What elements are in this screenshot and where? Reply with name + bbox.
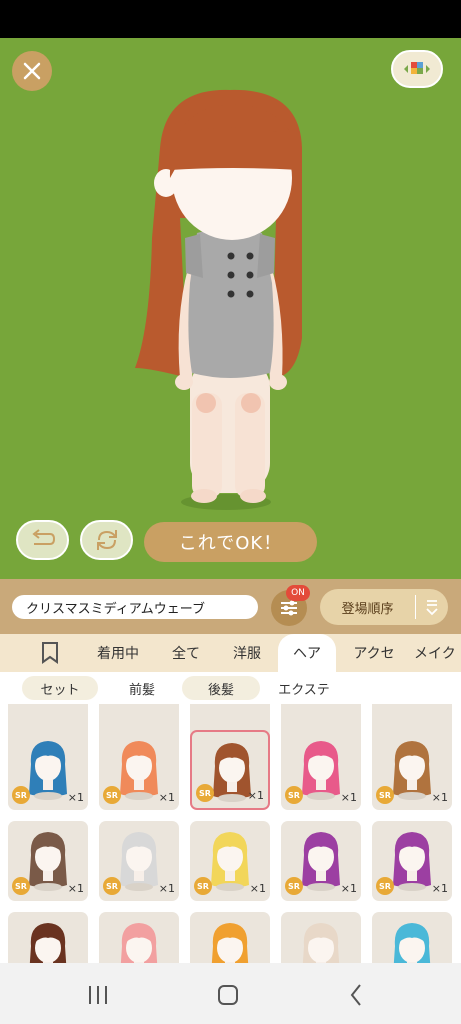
item-count: ×1 xyxy=(340,882,357,895)
item-count: ×1 xyxy=(249,882,266,895)
item-count: ×1 xyxy=(67,882,84,895)
tab-wearing[interactable]: 着用中 xyxy=(86,634,150,672)
filter-on-badge: ON xyxy=(286,585,310,601)
hair-item[interactable]: SR ×1 xyxy=(281,730,361,810)
reset-button[interactable] xyxy=(80,520,133,560)
rarity-badge: SR xyxy=(285,877,303,895)
home-button[interactable] xyxy=(208,981,248,1009)
hair-item[interactable]: SR×1 xyxy=(372,912,452,963)
layout-toggle-button[interactable] xyxy=(391,50,443,88)
subtab-front-hair[interactable]: 前髪 xyxy=(104,676,180,700)
hair-thumbnail xyxy=(29,741,67,800)
item-count: ×1 xyxy=(431,882,448,895)
sort-order-label: 登場順序 xyxy=(341,601,394,617)
rarity-badge: SR xyxy=(196,784,214,802)
item-count: ×1 xyxy=(158,882,175,895)
rarity-badge: SR xyxy=(12,877,30,895)
hair-thumbnail xyxy=(29,832,67,891)
hair-thumbnail xyxy=(302,923,340,963)
recent-apps-icon xyxy=(89,986,107,1004)
confirm-ok-button[interactable]: これでOK！ xyxy=(144,522,317,562)
hair-item[interactable]: SR ×1 xyxy=(281,821,361,901)
rarity-badge: SR xyxy=(376,877,394,895)
item-name-field[interactable]: クリスマスミディアムウェーブ xyxy=(12,595,258,619)
hair-thumbnail xyxy=(120,832,158,891)
avatar-stage: これでOK！ xyxy=(0,38,461,579)
hair-item[interactable]: SR ×1 xyxy=(190,821,270,901)
item-count: ×1 xyxy=(431,791,448,804)
system-nav-bar xyxy=(0,963,461,1024)
rarity-badge: SR xyxy=(285,786,303,804)
rarity-badge: SR xyxy=(103,877,121,895)
item-grid: SR ×1 SR ×1 SR ×1 SR ×1 SR ×1 SR ×1 SR ×1 SR ×1 SR ×1 SR ×1… xyxy=(0,704,461,963)
subtab-set[interactable]: セット xyxy=(22,676,98,700)
hair-thumbnail xyxy=(393,923,431,963)
rarity-badge: SR xyxy=(103,786,121,804)
tab-clothes[interactable]: 洋服 xyxy=(222,634,272,672)
item-count: ×1 xyxy=(67,791,84,804)
hair-item[interactable]: SR×1 xyxy=(99,912,179,963)
tab-all[interactable]: 全て xyxy=(160,634,212,672)
status-bar xyxy=(0,0,461,38)
item-toolbar: クリスマスミディアムウェーブ ON 登場順序 xyxy=(0,579,461,634)
hair-item[interactable]: SR×1 xyxy=(281,912,361,963)
hair-thumbnail xyxy=(120,741,158,800)
home-icon xyxy=(218,985,238,1005)
hair-item[interactable]: SR ×1 xyxy=(99,730,179,810)
item-count: ×1 xyxy=(247,789,264,802)
hair-thumbnail xyxy=(302,741,340,800)
tab-bookmark[interactable] xyxy=(30,634,70,672)
hair-thumbnail xyxy=(29,923,67,963)
sliders-icon xyxy=(281,600,297,616)
hair-item[interactable]: SR ×1 xyxy=(190,730,270,810)
hair-thumbnail xyxy=(211,832,249,891)
category-tabs: 着用中 全て 洋服 ヘア アクセ メイク xyxy=(0,634,461,672)
subtab-extension[interactable]: エクステ xyxy=(266,676,342,700)
hair-thumbnail xyxy=(393,741,431,800)
hair-item[interactable]: SR ×1 xyxy=(372,730,452,810)
close-button[interactable] xyxy=(12,51,52,91)
hair-item[interactable]: SR×1 xyxy=(8,912,88,963)
hair-item[interactable]: SR×1 xyxy=(190,912,270,963)
undo-icon xyxy=(31,529,55,545)
tab-makeup[interactable]: メイク xyxy=(414,634,461,672)
avatar-figure xyxy=(135,89,302,510)
item-count: ×1 xyxy=(158,791,175,804)
back-button[interactable] xyxy=(336,981,376,1009)
sort-order-button[interactable]: 登場順序 xyxy=(320,589,448,625)
rarity-badge: SR xyxy=(194,877,212,895)
subtab-back-hair[interactable]: 後髪 xyxy=(182,676,260,700)
rarity-badge: SR xyxy=(12,786,30,804)
hair-thumbnail xyxy=(120,923,158,963)
close-icon xyxy=(23,62,41,80)
undo-button[interactable] xyxy=(16,520,69,560)
hair-thumbnail xyxy=(393,832,431,891)
hair-item[interactable]: SR ×1 xyxy=(8,730,88,810)
hair-item[interactable]: SR ×1 xyxy=(372,821,452,901)
sort-direction-icon[interactable] xyxy=(416,598,448,616)
refresh-icon xyxy=(96,530,117,550)
tab-accessory[interactable]: アクセ xyxy=(344,634,404,672)
tab-hair[interactable]: ヘア xyxy=(278,634,336,672)
item-count: ×1 xyxy=(340,791,357,804)
grid-arrows-icon xyxy=(404,62,430,74)
hair-subtabs: セット 前髪 後髪 エクステ xyxy=(0,672,461,704)
back-icon xyxy=(350,984,361,1006)
bookmark-icon xyxy=(42,642,58,664)
hair-item[interactable]: SR ×1 xyxy=(99,821,179,901)
hair-thumbnail xyxy=(302,832,340,891)
hair-item[interactable]: SR ×1 xyxy=(8,821,88,901)
rarity-badge: SR xyxy=(376,786,394,804)
recent-apps-button[interactable] xyxy=(78,981,118,1009)
hair-thumbnail xyxy=(211,923,249,963)
